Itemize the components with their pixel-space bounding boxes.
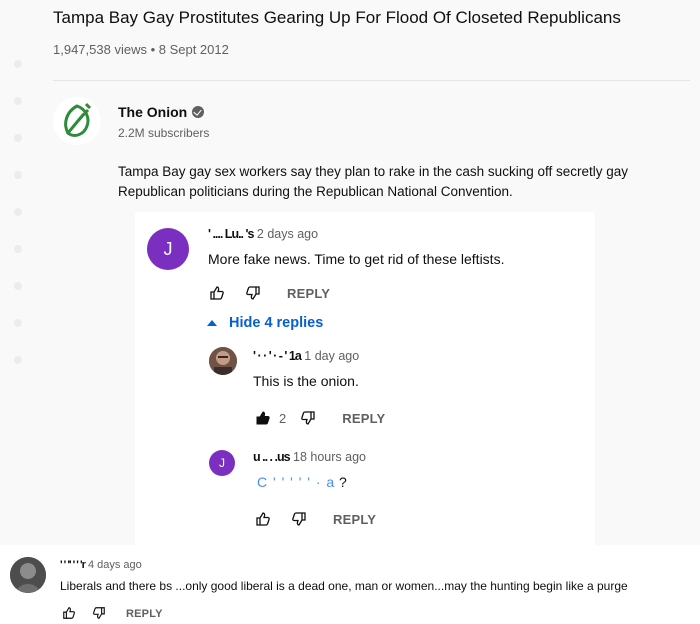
- comment-author[interactable]: ' · · ' · - ' 1a: [253, 349, 302, 363]
- comment-author[interactable]: ' .... Lu.. 's: [208, 227, 254, 241]
- like-count: 2: [279, 410, 287, 426]
- video-description: Tampa Bay gay sex workers say they plan …: [118, 164, 629, 199]
- comment-time[interactable]: 4 days ago: [88, 559, 142, 571]
- video-meta: 1,947,538 views • 8 Sept 2012: [53, 42, 229, 57]
- comment-actions: REPLY: [62, 606, 163, 622]
- hide-replies-button[interactable]: Hide 4 replies: [207, 315, 323, 331]
- channel-name-label: The Onion: [118, 104, 188, 120]
- verified-check-icon: [192, 106, 205, 118]
- reply-button[interactable]: REPLY: [342, 411, 385, 426]
- avatar[interactable]: [10, 557, 46, 593]
- channel-logo-icon[interactable]: [53, 97, 101, 145]
- avatar[interactable]: J: [209, 450, 235, 476]
- comment-text: Liberals and there bs ...only good liber…: [60, 579, 628, 593]
- thumbs-down-icon[interactable]: [245, 285, 261, 301]
- comment-actions: 2 REPLY: [255, 410, 385, 426]
- thumbs-up-filled-icon[interactable]: [255, 410, 271, 426]
- comment-time[interactable]: 2 days ago: [257, 227, 318, 241]
- comment-actions: REPLY: [209, 285, 330, 301]
- thumbs-down-icon[interactable]: [92, 606, 108, 622]
- mention-link[interactable]: C ' ' ' ' ' · a: [257, 474, 335, 490]
- comment-time[interactable]: 18 hours ago: [293, 450, 366, 464]
- comment-author-line: u .. . .us 18 hours ago: [253, 450, 366, 464]
- sidebar-dots: [14, 60, 26, 393]
- comment-time[interactable]: 1 day ago: [304, 349, 359, 363]
- comment-author-line: ' .... Lu.. 's 2 days ago: [208, 227, 318, 241]
- video-title: Tampa Bay Gay Prostitutes Gearing Up For…: [53, 8, 621, 27]
- thumbs-up-icon[interactable]: [209, 285, 225, 301]
- hide-replies-label: Hide 4 replies: [229, 315, 324, 331]
- reply-button[interactable]: REPLY: [333, 512, 376, 527]
- comment-author[interactable]: ' ' '' ' ' 'r: [60, 559, 86, 571]
- thumbs-down-icon[interactable]: [300, 410, 316, 426]
- comment-text: More fake news. Time to get rid of these…: [208, 251, 505, 267]
- comment-item: ' ' '' ' ' 'r 4 days ago Liberals and th…: [0, 545, 700, 624]
- reply-button[interactable]: REPLY: [287, 286, 330, 301]
- comment-text: This is the onion.: [253, 373, 359, 389]
- avatar-letter: J: [163, 238, 173, 259]
- divider: [53, 80, 690, 81]
- subscriber-count: 2.2M subscribers: [118, 126, 210, 140]
- comment-author-line: ' · · ' · - ' 1a 1 day ago: [253, 349, 359, 363]
- caret-up-icon: [207, 320, 217, 326]
- thumbs-up-icon[interactable]: [62, 606, 78, 622]
- thumbs-up-icon[interactable]: [255, 511, 271, 527]
- comment-text: C ' ' ' ' ' · a ?: [257, 474, 347, 490]
- reply-button[interactable]: REPLY: [126, 608, 163, 620]
- channel-name[interactable]: The Onion: [118, 104, 205, 120]
- comment-author[interactable]: u .. . .us: [253, 450, 291, 464]
- avatar[interactable]: J: [147, 228, 189, 270]
- thumbs-down-icon[interactable]: [291, 511, 307, 527]
- avatar-letter: J: [219, 456, 225, 470]
- comment-actions: REPLY: [255, 511, 376, 527]
- comment-thread: J ' .... Lu.. 's 2 days ago More fake ne…: [135, 212, 595, 545]
- video-info-panel: Tampa Bay Gay Prostitutes Gearing Up For…: [41, 0, 700, 212]
- comment-author-line: ' ' '' ' ' 'r 4 days ago: [60, 559, 142, 571]
- comment-body: ?: [335, 474, 347, 490]
- avatar[interactable]: [209, 347, 237, 375]
